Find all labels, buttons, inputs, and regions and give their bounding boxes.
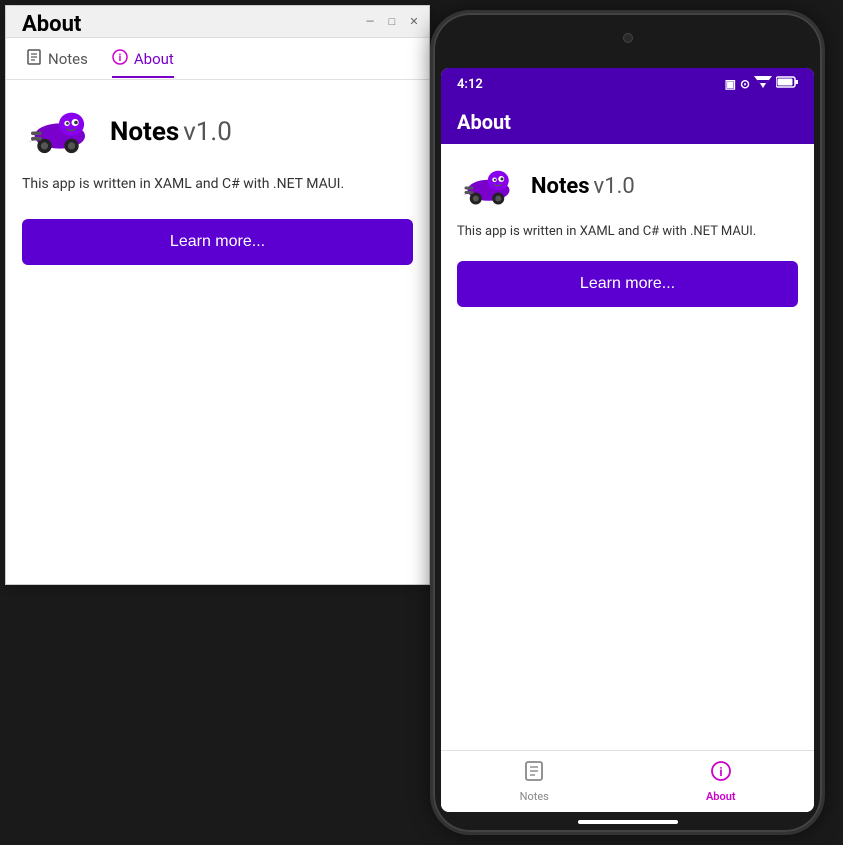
bottom-nav-about-label: About (706, 790, 736, 803)
desktop-window: About — □ ✕ Notes (5, 5, 430, 585)
status-icons: ▣ ⊙ (725, 76, 798, 92)
app-version: v1.0 (183, 117, 232, 147)
svg-text:i: i (119, 53, 122, 64)
phone-app-header: Notes v1.0 (457, 164, 798, 209)
bottom-nav-notes[interactable]: Notes (441, 760, 628, 803)
svg-text:i: i (719, 765, 722, 779)
bottom-nav-notes-icon (523, 760, 545, 787)
phone-app-version: v1.0 (594, 174, 635, 199)
phone-app-bar: About (441, 100, 814, 144)
bottom-nav-notes-label: Notes (520, 790, 549, 803)
notes-tab-icon (26, 49, 42, 69)
phone-app-description: This app is written in XAML and C# with … (457, 223, 798, 241)
phone-mascot-icon (457, 164, 517, 209)
window-controls: — □ ✕ (363, 15, 421, 29)
phone-app-title-group: Notes v1.0 (531, 174, 635, 199)
tab-about[interactable]: i About (100, 41, 186, 77)
phone-learn-more-button[interactable]: Learn more... (457, 261, 798, 307)
status-time: 4:12 (457, 77, 483, 92)
notes-tab-label: Notes (48, 50, 88, 68)
phone-camera (623, 33, 633, 43)
minimize-button[interactable]: — (363, 15, 377, 29)
maximize-button[interactable]: □ (385, 15, 399, 29)
window-titlebar: About — □ ✕ (6, 6, 429, 38)
close-button[interactable]: ✕ (407, 15, 421, 29)
phone-screen: 4:12 ▣ ⊙ (441, 68, 814, 812)
bottom-nav: Notes i About (441, 750, 814, 812)
phone-frame: 4:12 ▣ ⊙ (430, 10, 825, 835)
tab-notes[interactable]: Notes (14, 41, 100, 77)
bottom-nav-about-icon: i (710, 760, 732, 787)
battery-icon (776, 76, 798, 92)
window-title: About (22, 12, 81, 37)
tab-bar: Notes i About (6, 38, 429, 80)
window-body: Notes i About (6, 38, 429, 584)
learn-more-button[interactable]: Learn more... (22, 219, 413, 265)
phone-app-name: Notes (531, 174, 590, 199)
clock-icon: ⊙ (740, 77, 750, 91)
status-bar: 4:12 ▣ ⊙ (441, 68, 814, 100)
app-title-group: Notes v1.0 (110, 117, 232, 147)
bottom-nav-about[interactable]: i About (628, 760, 815, 803)
about-tab-label: About (134, 50, 174, 68)
about-tab-icon: i (112, 49, 128, 69)
app-name: Notes (110, 117, 179, 147)
phone-content: Notes v1.0 This app is written in XAML a… (441, 144, 814, 750)
notification-icon: ▣ (725, 77, 736, 91)
wifi-icon (754, 76, 772, 92)
app-header: Notes v1.0 (22, 104, 413, 159)
phone-container: 4:12 ▣ ⊙ (430, 10, 825, 835)
mascot-icon (22, 104, 94, 159)
app-description: This app is written in XAML and C# with … (22, 175, 413, 195)
window-content: Notes v1.0 This app is written in XAML a… (6, 80, 429, 584)
phone-home-bar (578, 820, 678, 824)
phone-app-title: About (457, 110, 511, 134)
